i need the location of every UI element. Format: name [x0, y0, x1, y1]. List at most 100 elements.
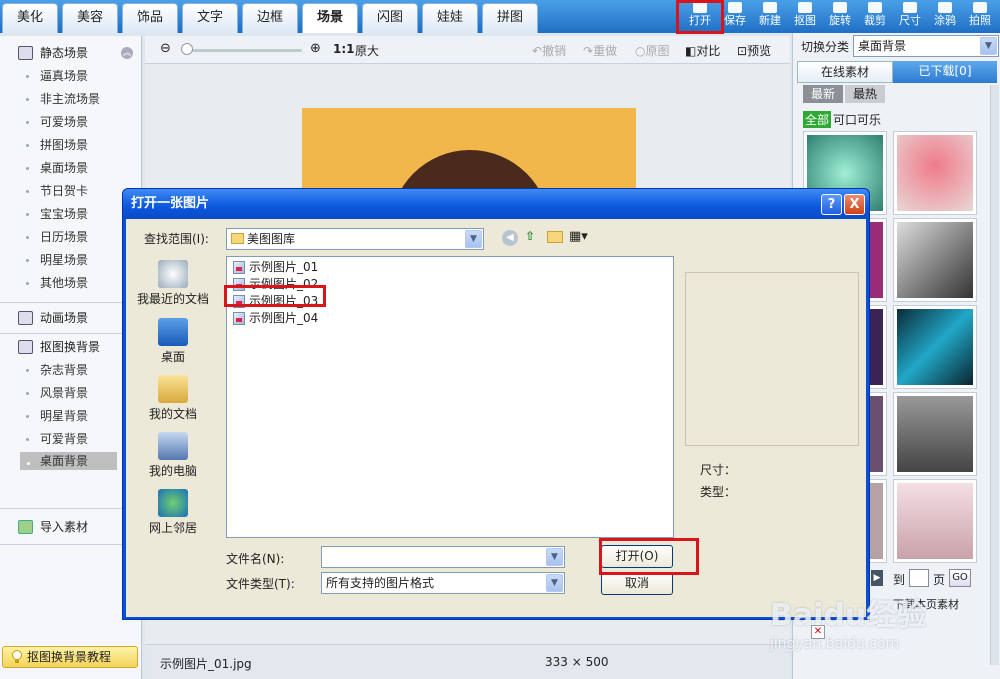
tutorial-button[interactable]: 抠图换背景教程	[2, 646, 138, 668]
sidebar-item-star-bg[interactable]: 明星背景	[0, 405, 140, 427]
filetype-select[interactable]: 所有支持的图片格式 ▼	[321, 572, 565, 594]
material-thumb[interactable]	[893, 305, 977, 389]
original-size-button[interactable]: 原大	[355, 42, 379, 59]
sidebar-item-realistic[interactable]: 逼真场景	[0, 65, 140, 87]
tab-text[interactable]: 文字	[182, 3, 238, 33]
sort-newest[interactable]: 最新	[803, 85, 843, 103]
image-file-icon	[233, 261, 245, 274]
zoom-slider[interactable]	[182, 49, 302, 52]
open-image-dialog: 打开一张图片 ? X 查找范围(I): 美图图库 ▼ ◀ ⇧ ▦▾ 我最近的文档…	[122, 188, 870, 620]
watermark-brand: Baidu经验	[770, 598, 927, 633]
sidebar-item-landscape-bg[interactable]: 风景背景	[0, 382, 140, 404]
redo-button[interactable]: ↷重做	[583, 42, 617, 59]
section-static-scenes[interactable]: 静态场景 ︽	[0, 42, 142, 64]
dialog-body: 查找范围(I): 美图图库 ▼ ◀ ⇧ ▦▾ 我最近的文档 桌面 我的文档 我的…	[126, 219, 866, 617]
clock-icon	[158, 260, 188, 288]
material-thumb[interactable]	[893, 131, 977, 215]
rotate-button[interactable]: 旋转	[823, 2, 857, 32]
collapse-icon[interactable]: ︽	[121, 47, 133, 59]
original-image-button[interactable]: ○原图	[635, 42, 670, 59]
view-menu-icon[interactable]: ▦▾	[569, 229, 588, 244]
tab-doll[interactable]: 娃娃	[422, 3, 478, 33]
import-material-button[interactable]: 导入素材	[0, 516, 142, 538]
filename-input[interactable]: ▼	[321, 546, 565, 568]
status-dimensions: 333 × 500	[545, 655, 609, 669]
camera-icon	[973, 2, 987, 13]
up-folder-icon[interactable]: ⇧	[525, 229, 535, 243]
undo-button[interactable]: ↶撤销	[532, 42, 566, 59]
tab-frame[interactable]: 边框	[242, 3, 298, 33]
tab-collage[interactable]: 拼图	[482, 3, 538, 33]
material-thumb[interactable]	[893, 218, 977, 302]
lightbulb-icon	[12, 650, 22, 663]
category-select[interactable]: 桌面背景 ▼	[853, 35, 999, 57]
zoom-in-icon[interactable]: ⊕	[310, 41, 321, 56]
sidebar-item-other[interactable]: 其他场景	[0, 272, 140, 294]
brush-icon	[938, 2, 952, 13]
place-computer[interactable]: 我的电脑	[136, 432, 210, 479]
disk-icon	[728, 2, 742, 13]
preview-button[interactable]: ⊡预览	[737, 42, 771, 59]
tab-online[interactable]: 在线素材	[797, 61, 893, 83]
close-button[interactable]: X	[844, 194, 865, 215]
place-documents[interactable]: 我的文档	[136, 375, 210, 422]
help-button[interactable]: ?	[821, 194, 842, 215]
tab-flash[interactable]: 闪图	[362, 3, 418, 33]
chevron-down-icon: ▼	[546, 574, 563, 592]
material-thumb[interactable]	[893, 479, 977, 563]
preview-icon: ⊡	[737, 44, 748, 58]
sidebar-item-nonmainstream[interactable]: 非主流场景	[0, 88, 140, 110]
sidebar-item-cute-bg[interactable]: 可爱背景	[0, 428, 140, 450]
goto-label: 到	[893, 573, 906, 587]
tab-downloaded[interactable]: 已下载[0]	[893, 61, 997, 83]
section-animated-scenes[interactable]: 动画场景	[0, 307, 142, 329]
go-button[interactable]: GO	[949, 569, 971, 587]
camera-button[interactable]: 拍照	[963, 2, 997, 32]
sidebar-item-holiday[interactable]: 节日贺卡	[0, 180, 140, 202]
size-label: 尺寸：	[700, 463, 737, 477]
new-button[interactable]: 新建	[753, 2, 787, 32]
list-item[interactable]: 示例图片_01	[233, 259, 318, 276]
sidebar-item-collage[interactable]: 拼图场景	[0, 134, 140, 156]
material-thumb[interactable]	[893, 392, 977, 476]
tab-beautify[interactable]: 美化	[2, 3, 58, 33]
place-recent[interactable]: 我最近的文档	[136, 260, 210, 307]
page-label: 页	[933, 573, 946, 587]
image-file-icon	[233, 312, 245, 325]
compare-icon: ◧	[685, 44, 697, 58]
zoom-slider-handle[interactable]	[181, 43, 193, 55]
place-network[interactable]: 网上邻居	[136, 489, 210, 536]
crop-button[interactable]: 裁剪	[858, 2, 892, 32]
folder-icon	[231, 233, 244, 244]
back-icon[interactable]: ◀	[502, 230, 518, 246]
sidebar-item-cute[interactable]: 可爱场景	[0, 111, 140, 133]
list-item[interactable]: 示例图片_04	[233, 310, 318, 327]
tag-coca-cola[interactable]: 可口可乐	[833, 111, 881, 128]
sidebar-item-calendar[interactable]: 日历场景	[0, 226, 140, 248]
sidebar-item-desktop[interactable]: 桌面场景	[0, 157, 140, 179]
cutout-button[interactable]: 抠图	[788, 2, 822, 32]
scrollbar[interactable]	[990, 85, 999, 665]
sidebar-item-magazine-bg[interactable]: 杂志背景	[0, 359, 140, 381]
section-cutout-background[interactable]: 抠图换背景	[0, 336, 142, 358]
sidebar-item-desktop-bg[interactable]: 桌面背景	[20, 452, 117, 470]
compare-button[interactable]: ◧对比	[685, 42, 720, 59]
tab-accessories[interactable]: 饰品	[122, 3, 178, 33]
page-input[interactable]	[909, 569, 929, 587]
size-button[interactable]: 尺寸	[893, 2, 927, 32]
places-bar: 我最近的文档 桌面 我的文档 我的电脑 网上邻居	[134, 254, 218, 610]
next-page-icon[interactable]: ▶	[871, 570, 883, 586]
sort-hottest[interactable]: 最热	[845, 85, 885, 103]
sidebar-item-baby[interactable]: 宝宝场景	[0, 203, 140, 225]
crop-icon	[868, 2, 882, 13]
cancel-button[interactable]: 取消	[601, 572, 673, 595]
zoom-out-icon[interactable]: ⊖	[160, 41, 171, 56]
new-folder-icon[interactable]	[547, 231, 563, 243]
lookin-select[interactable]: 美图图库 ▼	[226, 228, 484, 250]
tab-scene[interactable]: 场景	[302, 3, 358, 33]
sidebar-item-star[interactable]: 明星场景	[0, 249, 140, 271]
place-desktop[interactable]: 桌面	[136, 318, 210, 365]
tag-all[interactable]: 全部	[803, 111, 832, 128]
doodle-button[interactable]: 涂鸦	[928, 2, 962, 32]
tab-beauty[interactable]: 美容	[62, 3, 118, 33]
